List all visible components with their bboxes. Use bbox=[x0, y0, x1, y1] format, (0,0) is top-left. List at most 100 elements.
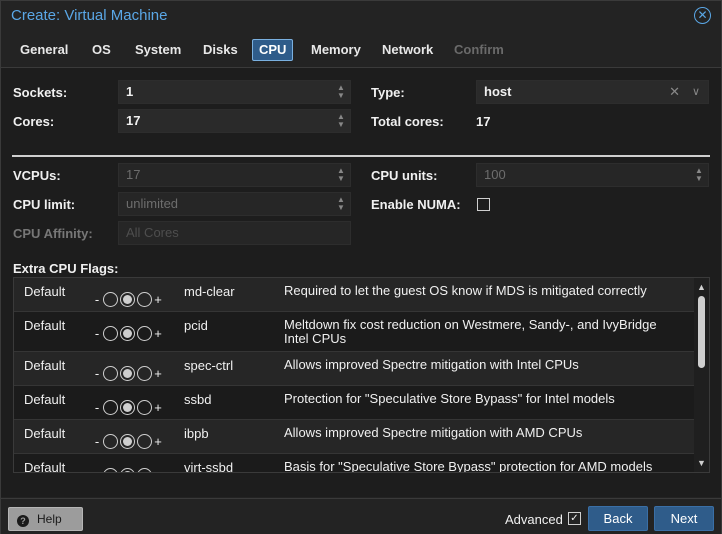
minus-label: - bbox=[94, 291, 100, 307]
cpu-limit-field[interactable]: unlimited ▲ ▼ bbox=[118, 192, 351, 216]
cpu-units-field[interactable]: 100 ▲ ▼ bbox=[476, 163, 709, 187]
flag-off-radio[interactable] bbox=[103, 291, 118, 307]
flag-row: Default - + ssbd Protection for "Specula… bbox=[14, 386, 694, 420]
tab-cpu[interactable]: CPU bbox=[252, 39, 294, 61]
minus-label: - bbox=[94, 433, 100, 449]
tab-network[interactable]: Network bbox=[375, 39, 440, 61]
cpu-affinity-label: CPU Affinity: bbox=[13, 226, 93, 241]
vcpus-field: 17 ▲ ▼ bbox=[118, 163, 351, 187]
flag-tristate: - + bbox=[92, 290, 163, 308]
cpu-type-combo[interactable]: host ✕ ∨ bbox=[476, 80, 709, 104]
flag-description: Basis for "Speculative Store Bypass" pro… bbox=[284, 459, 653, 473]
plus-label: + bbox=[154, 433, 162, 449]
tab-general[interactable]: General bbox=[13, 39, 75, 61]
dialog-title: Create: Virtual Machine bbox=[11, 7, 168, 24]
cpu-type-value: host bbox=[484, 84, 512, 99]
wizard-tabs: General OS System Disks CPU Memory Netwo… bbox=[1, 33, 721, 65]
spinner-icon[interactable]: ▲ ▼ bbox=[694, 167, 704, 183]
spinner-icon[interactable]: ▲ ▼ bbox=[336, 113, 346, 129]
close-icon[interactable]: ✕ bbox=[694, 7, 711, 24]
spinner-icon[interactable]: ▲ ▼ bbox=[336, 196, 346, 212]
grid-scrollbar[interactable]: ▲ ▼ bbox=[694, 278, 709, 472]
dialog-titlebar: Create: Virtual Machine ✕ bbox=[1, 1, 721, 31]
flag-default-radio[interactable] bbox=[120, 291, 135, 307]
flag-tristate: - + bbox=[92, 324, 163, 342]
flag-tristate: - + bbox=[92, 466, 163, 473]
tab-disks[interactable]: Disks bbox=[196, 39, 245, 61]
flag-row: Default - + md-clear Required to let the… bbox=[14, 278, 694, 312]
flag-on-radio[interactable] bbox=[137, 467, 152, 472]
flag-default-radio[interactable] bbox=[120, 365, 135, 381]
total-cores-value: 17 bbox=[476, 114, 491, 129]
numa-label: Enable NUMA: bbox=[371, 197, 461, 212]
flag-on-radio[interactable] bbox=[137, 399, 152, 415]
spinner-icon: ▲ ▼ bbox=[337, 166, 345, 183]
spinner-icon[interactable]: ▲ ▼ bbox=[336, 84, 346, 100]
flag-row: Default - + spec-ctrl Allows improved Sp… bbox=[14, 352, 694, 386]
flag-row: Default - + virt-ssbd Basis for "Specula… bbox=[14, 454, 694, 473]
tab-memory[interactable]: Memory bbox=[304, 39, 368, 61]
plus-label: + bbox=[153, 468, 163, 473]
flag-off-radio[interactable] bbox=[103, 399, 118, 415]
plus-label: + bbox=[154, 399, 162, 415]
cpu-panel: Sockets: 1 ▲ ▼ Cores: 17 ▲ ▼ Type: host ✕ … bbox=[1, 67, 721, 497]
flag-tristate: - + bbox=[92, 398, 163, 416]
vcpus-label: VCPUs: bbox=[13, 168, 61, 183]
sockets-label: Sockets: bbox=[13, 85, 68, 100]
flag-on-radio[interactable] bbox=[137, 433, 152, 449]
flag-state: Default bbox=[24, 426, 66, 441]
sockets-value: 1 bbox=[126, 84, 134, 99]
plus-label: + bbox=[154, 365, 162, 381]
minus-label: - bbox=[94, 399, 100, 415]
flag-on-radio[interactable] bbox=[137, 365, 152, 381]
flag-off-radio[interactable] bbox=[103, 325, 118, 341]
extra-cpu-flags-grid: Default - + md-clear Required to let the… bbox=[13, 277, 710, 473]
extra-flags-label: Extra CPU Flags: bbox=[13, 261, 119, 276]
clear-icon[interactable]: ✕ bbox=[669, 81, 680, 103]
dialog-footer: ? Help Advanced ✓ Back Next bbox=[1, 498, 721, 534]
advanced-label: Advanced bbox=[505, 512, 563, 527]
scroll-thumb[interactable] bbox=[698, 296, 705, 368]
cpu-units-value: 100 bbox=[484, 167, 506, 182]
flag-name: ibpb bbox=[184, 426, 209, 441]
scroll-down-icon[interactable]: ▼ bbox=[697, 458, 706, 468]
flag-default-radio[interactable] bbox=[120, 433, 135, 449]
flag-tristate: - + bbox=[92, 432, 163, 450]
cores-field[interactable]: 17 ▲ ▼ bbox=[118, 109, 351, 133]
flag-off-radio[interactable] bbox=[103, 365, 118, 381]
flag-on-radio[interactable] bbox=[137, 325, 152, 341]
flag-state: Default bbox=[24, 358, 66, 373]
flag-tristate: - + bbox=[92, 364, 163, 382]
flag-description: Required to let the guest OS know if MDS… bbox=[284, 283, 647, 298]
plus-label: + bbox=[154, 291, 162, 307]
flag-name: pcid bbox=[184, 318, 208, 333]
flag-on-radio[interactable] bbox=[137, 291, 152, 307]
back-button[interactable]: Back bbox=[588, 506, 648, 531]
sockets-field[interactable]: 1 ▲ ▼ bbox=[118, 80, 351, 104]
type-label: Type: bbox=[371, 85, 405, 100]
flag-default-radio[interactable] bbox=[120, 467, 135, 472]
advanced-checkbox[interactable]: ✓ bbox=[568, 512, 581, 525]
help-label: Help bbox=[37, 512, 62, 526]
flag-row: Default - + pcid Meltdown fix cost reduc… bbox=[14, 312, 694, 352]
next-button[interactable]: Next bbox=[654, 506, 714, 531]
section-divider bbox=[12, 155, 710, 157]
flag-name: md-clear bbox=[184, 284, 235, 299]
tab-system[interactable]: System bbox=[128, 39, 188, 61]
numa-checkbox[interactable] bbox=[477, 198, 490, 211]
scroll-up-icon[interactable]: ▲ bbox=[697, 282, 706, 292]
flag-state: Default bbox=[24, 460, 66, 473]
flag-off-radio[interactable] bbox=[103, 467, 118, 472]
flag-default-radio[interactable] bbox=[120, 399, 135, 415]
minus-label: - bbox=[94, 325, 100, 341]
cpu-limit-label: CPU limit: bbox=[13, 197, 76, 212]
tab-os[interactable]: OS bbox=[85, 39, 118, 61]
question-icon: ? bbox=[17, 515, 29, 527]
flag-name: spec-ctrl bbox=[184, 358, 234, 373]
help-button[interactable]: ? Help bbox=[8, 507, 83, 531]
flag-off-radio[interactable] bbox=[103, 433, 118, 449]
chevron-down-icon[interactable]: ∨ bbox=[692, 81, 700, 103]
minus-label: - bbox=[92, 468, 102, 473]
flag-default-radio[interactable] bbox=[120, 325, 135, 341]
plus-label: + bbox=[154, 325, 162, 341]
